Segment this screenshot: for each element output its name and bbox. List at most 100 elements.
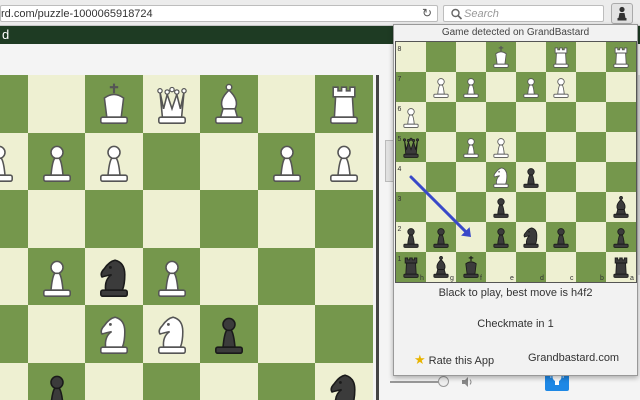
black-rook-piece	[403, 257, 419, 278]
file-label: b	[600, 275, 604, 282]
search-input[interactable]: Search	[443, 5, 604, 22]
rank-label: 6	[398, 106, 402, 113]
mini-board-square	[456, 192, 486, 222]
volume-slider-handle[interactable]	[438, 376, 449, 387]
black-pawn-piece[interactable]	[33, 368, 81, 400]
mini-board-square	[546, 192, 576, 222]
file-label: f	[480, 275, 482, 282]
rate-app-label: Rate this App	[428, 355, 495, 367]
mini-board-square	[516, 102, 546, 132]
board-square[interactable]	[257, 75, 315, 133]
chess-pawn-icon	[617, 6, 627, 21]
rank-label: 5	[398, 136, 402, 143]
white-rook-piece[interactable]	[320, 80, 368, 128]
search-icon	[451, 8, 463, 20]
site-title: d	[2, 27, 10, 42]
board-square[interactable]	[315, 190, 373, 248]
white-pawn-piece[interactable]	[0, 138, 23, 186]
board-square[interactable]	[142, 190, 200, 248]
mini-board-square	[456, 102, 486, 132]
black-knight-piece[interactable]	[90, 253, 138, 301]
browser-toolbar: rd.com/puzzle-1000065918724 ↻ Search	[0, 0, 640, 26]
extension-button[interactable]	[611, 3, 633, 24]
board-square[interactable]	[0, 362, 28, 400]
mini-board-square	[576, 102, 606, 132]
speaker-icon[interactable]	[461, 376, 473, 388]
mini-board-square	[606, 102, 636, 132]
board-square[interactable]	[142, 362, 200, 400]
mini-board-square	[606, 132, 636, 162]
best-move-text: Black to play, best move is h4f2	[438, 287, 593, 299]
mini-board-square	[606, 72, 636, 102]
white-queen-piece[interactable]	[148, 80, 196, 128]
board-square[interactable]	[0, 75, 28, 133]
analysis-board: 8 7 6 5 4 3 2 1 h g f e d c b a	[395, 41, 637, 283]
mini-board-square	[546, 102, 576, 132]
white-knight-piece[interactable]	[90, 310, 138, 358]
white-pawn-piece[interactable]	[148, 253, 196, 301]
board-square[interactable]	[27, 305, 85, 363]
board-square[interactable]	[315, 247, 373, 305]
white-king-piece[interactable]	[90, 80, 138, 128]
main-chess-board[interactable]	[0, 75, 379, 400]
file-label: c	[570, 275, 574, 282]
reload-icon[interactable]: ↻	[418, 5, 436, 22]
rank-label: 3	[398, 196, 402, 203]
mini-board-square	[516, 42, 546, 72]
mini-board-square	[486, 72, 516, 102]
black-pawn-piece[interactable]	[205, 310, 253, 358]
mini-board-square	[576, 132, 606, 162]
board-square[interactable]	[315, 305, 373, 363]
file-label: e	[510, 275, 514, 282]
white-pawn-piece[interactable]	[33, 138, 81, 186]
board-square[interactable]	[85, 190, 143, 248]
mini-board-square	[426, 102, 456, 132]
mini-board-square	[456, 42, 486, 72]
mini-board-square	[606, 162, 636, 192]
board-square[interactable]	[200, 132, 258, 190]
white-rook-piece	[613, 47, 629, 68]
mini-board-square	[576, 42, 606, 72]
rate-app-link[interactable]: ★ Rate this App	[414, 352, 494, 368]
black-knight-piece[interactable]	[320, 368, 368, 400]
white-pawn-piece[interactable]	[263, 138, 311, 186]
file-label: d	[540, 275, 544, 282]
mini-board-square	[426, 132, 456, 162]
star-icon: ★	[414, 352, 426, 367]
board-square[interactable]	[27, 75, 85, 133]
board-square[interactable]	[27, 190, 85, 248]
mini-board-square	[516, 192, 546, 222]
white-pawn-piece[interactable]	[320, 138, 368, 186]
white-pawn-piece[interactable]	[33, 253, 81, 301]
mate-text: Checkmate in 1	[477, 318, 554, 330]
white-knight-piece[interactable]	[148, 310, 196, 358]
mini-board-square	[456, 162, 486, 192]
volume-slider-track[interactable]	[390, 381, 445, 383]
mini-board-square	[576, 72, 606, 102]
mini-board-square	[426, 42, 456, 72]
grandbastard-link[interactable]: Grandbastard.com	[528, 352, 619, 364]
board-square[interactable]	[0, 190, 28, 248]
board-square[interactable]	[0, 247, 28, 305]
analysis-board-svg: 8 7 6 5 4 3 2 1 h g f e d c b a	[396, 42, 636, 282]
board-square[interactable]	[142, 132, 200, 190]
mini-board-square	[576, 162, 606, 192]
board-square[interactable]	[257, 305, 315, 363]
rank-label: 4	[398, 166, 402, 173]
board-square[interactable]	[200, 247, 258, 305]
rank-label: 1	[398, 256, 402, 263]
file-label: h	[420, 275, 424, 282]
url-bar[interactable]: rd.com/puzzle-1000065918724	[0, 5, 438, 22]
white-pawn-piece[interactable]	[90, 138, 138, 186]
mini-board-square	[516, 132, 546, 162]
board-square[interactable]	[257, 247, 315, 305]
white-bishop-piece[interactable]	[205, 80, 253, 128]
mini-board-square	[546, 162, 576, 192]
board-square[interactable]	[200, 190, 258, 248]
black-rook-piece	[613, 257, 629, 278]
board-square[interactable]	[257, 190, 315, 248]
board-square[interactable]	[257, 362, 315, 400]
board-square[interactable]	[200, 362, 258, 400]
board-square[interactable]	[0, 305, 28, 363]
board-square[interactable]	[85, 362, 143, 400]
